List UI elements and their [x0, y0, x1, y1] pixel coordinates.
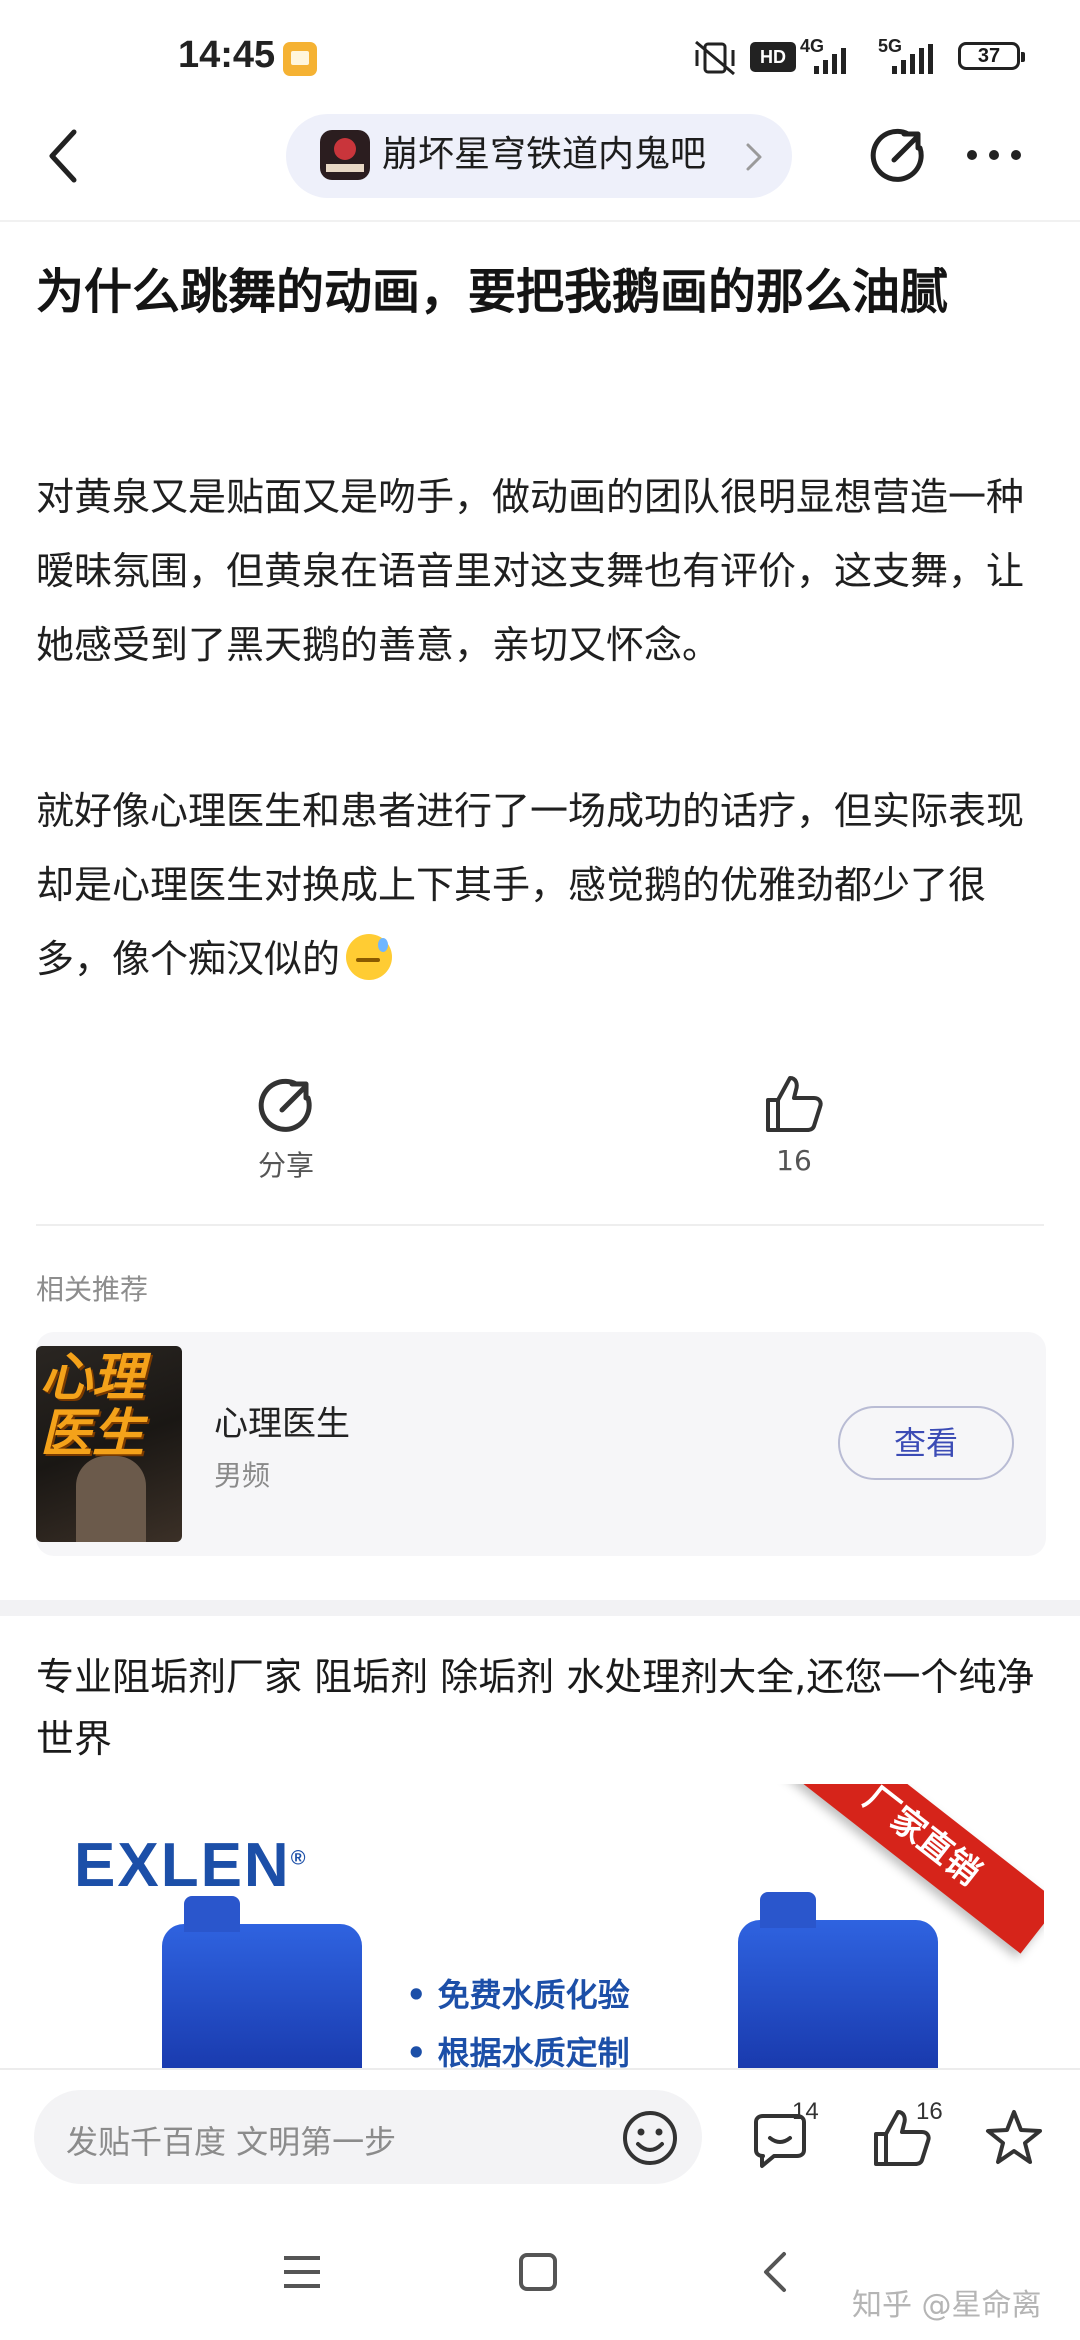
ad-canister-left [162, 1896, 362, 2070]
notification-icon [283, 42, 317, 76]
forum-name[interactable]: 崩坏星穹铁道内鬼吧 [382, 130, 706, 180]
comment-placeholder[interactable]: 发贴千百度 文明第一步 [66, 2117, 396, 2163]
view-button[interactable]: 查看 [838, 1406, 1014, 1480]
like-icon[interactable] [762, 1072, 826, 1136]
hd-label: HD [760, 47, 786, 67]
section-separator [0, 1600, 1080, 1616]
post-paragraph-1: 对黄泉又是贴面又是吻手，做动画的团队很明显想营造一种暧昧氛围，但黄泉在语音里对这… [36, 475, 1025, 667]
status-bar: 14:45 HD 4G 5G 37 [0, 0, 1080, 110]
ad-bullet-1-text: 免费水质化验 [437, 1976, 630, 2014]
ad-bullet-1: • 免费水质化验 [406, 1976, 630, 2014]
ad-canister-right [738, 1892, 938, 2070]
post-paragraph-2: 就好像心理医生和患者进行了一场成功的话疗，但实际表现却是心理医生对换成上下其手，… [36, 774, 1046, 996]
menu-icon[interactable] [282, 2252, 322, 2292]
signal-icon-2 [878, 44, 944, 74]
ad-bullet-2-text: 根据水质定制 [437, 2034, 630, 2070]
recommendation-title[interactable]: 心理医生 [214, 1396, 350, 1445]
post-title: 为什么跳舞的动画，要把我鹅画的那么油腻 [36, 264, 949, 320]
share-icon-header[interactable] [868, 126, 928, 186]
ad-bullet-2: • 根据水质定制 [406, 2034, 630, 2070]
header-divider [0, 220, 1080, 222]
ad-image[interactable]: EXLEN® 厂家直销 • 免费水质化验 • 根据水质定制 [36, 1784, 1044, 2070]
nav-back-icon[interactable] [760, 2250, 790, 2294]
forum-avatar [320, 130, 370, 180]
home-icon[interactable] [518, 2252, 558, 2292]
bottom-like-count: 16 [916, 2098, 943, 2125]
mute-vibrate-icon [695, 40, 735, 76]
hd-icon: HD [750, 42, 796, 72]
status-time: 14:45 [178, 34, 276, 76]
emoji-icon[interactable] [620, 2108, 680, 2168]
watermark: 知乎 @星命离 [852, 2288, 1042, 2323]
comment-count: 14 [792, 2098, 819, 2125]
ad-logo-text: EXLEN [74, 1831, 291, 1900]
divider [36, 1224, 1044, 1226]
like-count: 16 [776, 1144, 812, 1177]
recommendation-category: 男频 [214, 1459, 271, 1492]
chevron-right-icon [746, 143, 762, 171]
battery-icon: 37 [958, 42, 1025, 70]
post-paragraph-2-text: 就好像心理医生和患者进行了一场成功的话疗，但实际表现却是心理医生对换成上下其手，… [36, 789, 1025, 981]
book-cover-title: 心理医生 [40, 1347, 145, 1464]
book-cover-figure [76, 1456, 146, 1542]
favorite-star-icon[interactable] [982, 2106, 1046, 2170]
ad-logo: EXLEN® [74, 1831, 308, 1900]
share-label[interactable]: 分享 [226, 1144, 346, 1184]
ad-headline[interactable]: 专业阻垢剂厂家 阻垢剂 除垢剂 水处理剂大全,还您一个纯净世界 [36, 1646, 1046, 1770]
signal-icon-1 [800, 44, 856, 74]
more-icon[interactable] [964, 148, 1024, 162]
related-heading: 相关推荐 [36, 1273, 149, 1306]
back-arrow-icon[interactable] [40, 126, 88, 186]
sweat-emoji-icon [346, 934, 393, 980]
share-icon[interactable] [256, 1076, 316, 1136]
book-cover-image[interactable]: 心理医生 [36, 1346, 182, 1542]
